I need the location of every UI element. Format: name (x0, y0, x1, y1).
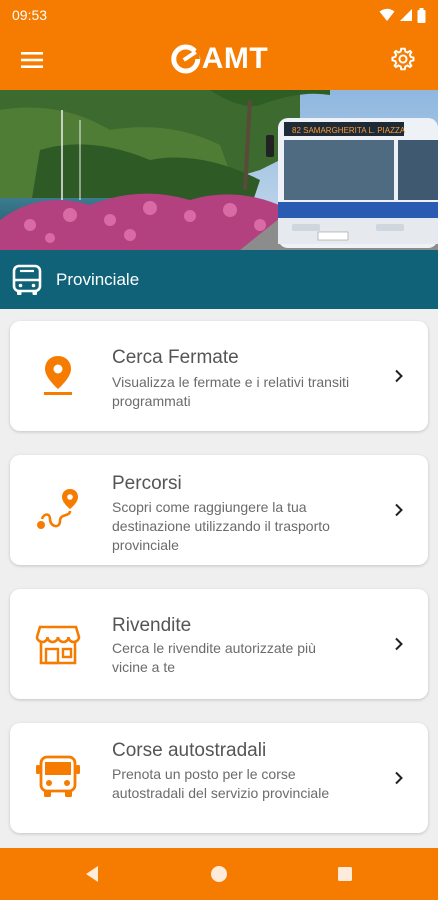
card-title: Corse autostradali (112, 740, 267, 761)
section-header: Provinciale (0, 250, 438, 309)
chevron-right-icon (395, 503, 403, 517)
bus-icon (12, 264, 42, 295)
coach-bus-icon (36, 755, 80, 797)
status-icons (379, 7, 426, 23)
card-description: Prenota un posto per le corse autostrada… (112, 766, 330, 801)
map-pin-icon (44, 356, 72, 395)
recents-icon[interactable] (335, 864, 355, 884)
card-description: Cerca le rivendite autorizzate più vicin… (112, 640, 316, 675)
settings-gear-icon[interactable] (390, 46, 416, 72)
hero-image: 82 SAMARGHERITA L. PIAZZA (0, 90, 438, 250)
app-bar: AMT (0, 30, 438, 90)
card-title: Cerca Fermate (112, 347, 239, 368)
card-description: Scopri come raggiungere la tua destinazi… (112, 499, 330, 553)
card-title: Rivendite (112, 615, 192, 636)
back-icon[interactable] (83, 864, 103, 884)
chevron-right-icon (395, 369, 403, 383)
route-icon (37, 489, 78, 529)
card-cerca-fermate[interactable]: Cerca Fermate Visualizza le fermate e i … (10, 321, 428, 431)
chevron-right-icon (395, 637, 403, 651)
logo-text: AMT (201, 42, 269, 75)
store-icon (35, 625, 81, 665)
section-title: Provinciale (56, 269, 140, 289)
status-bar: 09:53 (0, 0, 438, 30)
card-corse-autostradali[interactable]: Corse autostradali Prenota un posto per … (10, 723, 428, 833)
system-nav-bar (0, 848, 438, 900)
card-rivendite[interactable]: Rivendite Cerca le rivendite autorizzate… (10, 589, 428, 699)
amt-logo: AMT (170, 42, 268, 76)
card-percorsi[interactable]: Percorsi Scopri come raggiungere la tua … (10, 455, 428, 565)
home-icon[interactable] (209, 864, 229, 884)
battery-icon (417, 7, 426, 23)
bus-destination-sign: 82 SAMARGHERITA L. PIAZZA (292, 126, 406, 135)
wifi-icon (379, 8, 395, 21)
chevron-right-icon (395, 771, 403, 785)
menu-icon[interactable] (20, 48, 44, 72)
card-title: Percorsi (112, 473, 182, 494)
status-time: 09:53 (12, 7, 48, 23)
signal-icon (400, 9, 412, 21)
hero-illustration: 82 SAMARGHERITA L. PIAZZA (0, 90, 438, 250)
amt-logo-mark (171, 44, 201, 74)
card-description: Visualizza le fermate e i relativi trans… (112, 374, 350, 409)
